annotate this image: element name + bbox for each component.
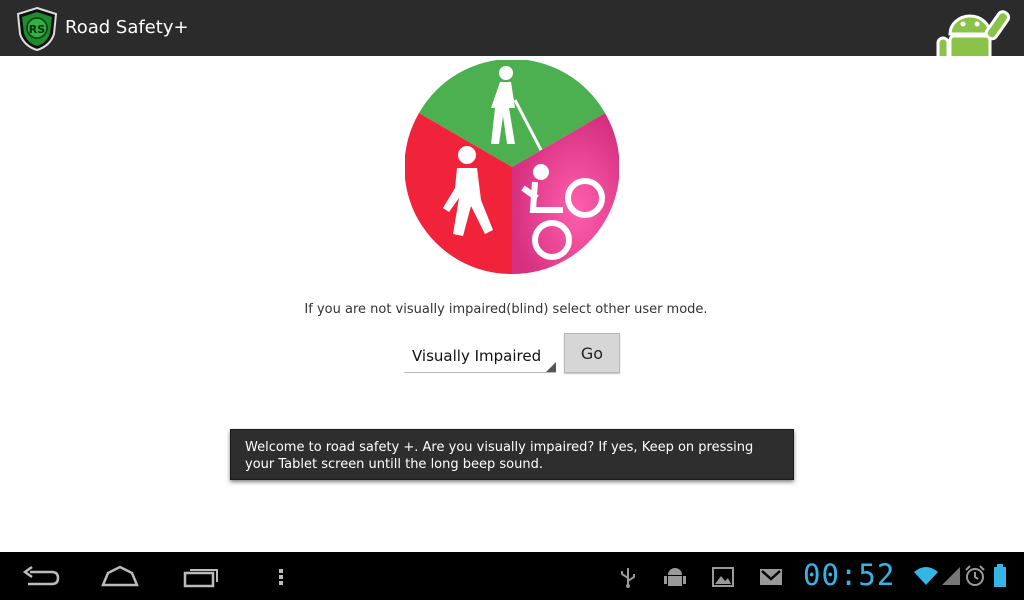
battery-icon[interactable] bbox=[993, 564, 1007, 592]
usb-icon[interactable] bbox=[618, 566, 638, 592]
user-mode-spinner[interactable]: Visually Impaired bbox=[404, 340, 556, 373]
wifi-icon[interactable] bbox=[912, 565, 940, 591]
go-button[interactable]: Go bbox=[564, 333, 620, 373]
svg-text:RS: RS bbox=[29, 23, 45, 36]
signal-icon[interactable] bbox=[940, 565, 962, 591]
gmail-icon[interactable] bbox=[759, 568, 783, 590]
user-mode-selected: Visually Impaired bbox=[412, 347, 542, 365]
toast-message: Welcome to road safety +. Are you visual… bbox=[230, 429, 794, 480]
user-mode-wheel[interactable] bbox=[404, 58, 620, 275]
shield-logo-icon[interactable]: RS bbox=[14, 6, 60, 52]
gallery-icon[interactable] bbox=[712, 567, 734, 591]
back-icon[interactable] bbox=[22, 565, 60, 592]
recent-apps-icon[interactable] bbox=[182, 566, 220, 592]
alarm-icon[interactable] bbox=[964, 565, 986, 591]
menu-icon[interactable] bbox=[276, 566, 286, 592]
action-bar: RS Road Safety+ bbox=[0, 0, 1024, 56]
android-debug-icon[interactable] bbox=[664, 565, 686, 593]
app-title: Road Safety+ bbox=[65, 17, 189, 38]
dropdown-arrow-icon bbox=[546, 362, 556, 372]
mode-hint-text: If you are not visually impaired(blind) … bbox=[304, 302, 708, 317]
status-clock[interactable]: 00:52 bbox=[803, 558, 895, 592]
home-icon[interactable] bbox=[100, 565, 140, 591]
